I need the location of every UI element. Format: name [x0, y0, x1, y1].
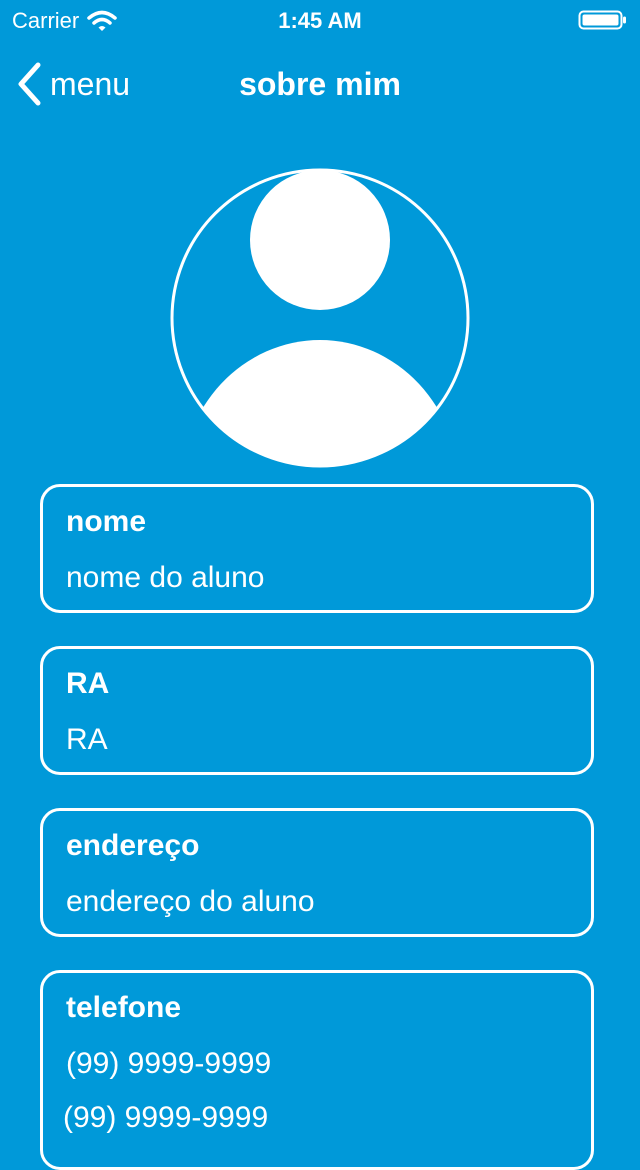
page-title: sobre mim — [239, 66, 401, 102]
endereco-value[interactable]: endereço do aluno — [66, 885, 315, 919]
telefone-value-2[interactable]: (99) 9999-9999 — [63, 1101, 268, 1135]
battery-icon — [578, 10, 626, 30]
status-time: 1:45 AM — [278, 8, 362, 33]
ra-label: RA — [66, 667, 110, 700]
field-card-endereco: endereço endereço do aluno — [40, 808, 594, 937]
user-placeholder-icon[interactable] — [170, 168, 470, 468]
field-card-ra: RA RA — [40, 646, 594, 775]
navigation-bar: menu sobre mim — [0, 40, 640, 128]
field-card-nome: nome nome do aluno — [40, 484, 594, 613]
endereco-label: endereço — [66, 829, 200, 862]
status-bar: Carrier 1:45 AM — [0, 0, 640, 40]
nome-value[interactable]: nome do aluno — [66, 561, 265, 595]
nome-label: nome — [66, 505, 147, 538]
ra-value[interactable]: RA — [66, 723, 108, 757]
telefone-value[interactable]: (99) 9999-9999 — [66, 1047, 271, 1081]
telefone-label: telefone — [66, 991, 182, 1024]
field-card-telefone: telefone (99) 9999-9999 (99) 9999-9999 — [40, 970, 594, 1170]
